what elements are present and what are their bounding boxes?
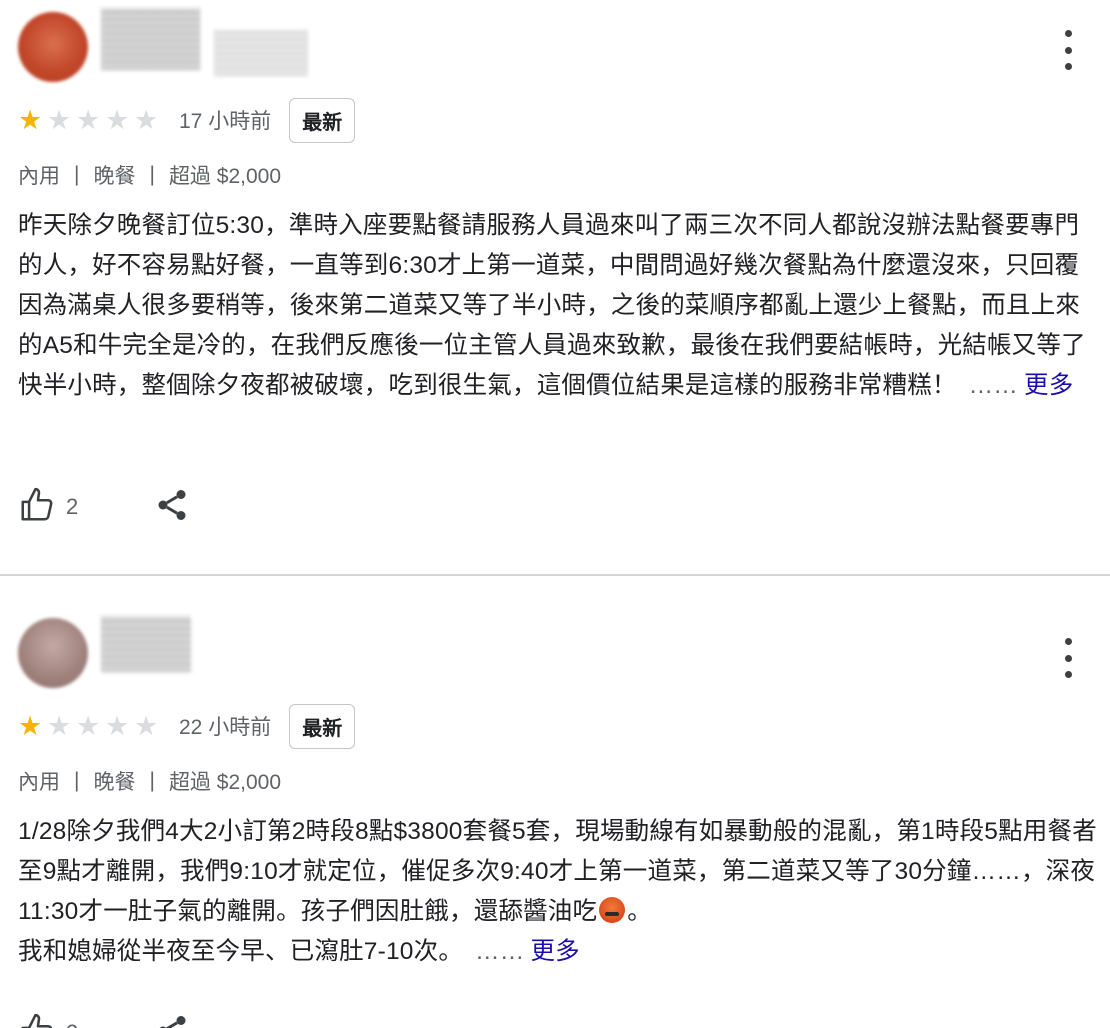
share-button[interactable]	[154, 487, 190, 527]
more-link[interactable]: 更多	[530, 938, 579, 965]
tag-price: 超過 $2,000	[168, 165, 282, 188]
reviewer-info-redacted	[215, 30, 307, 76]
review-tags: 內用 | 晚餐 | 超過 $2,000	[18, 766, 281, 796]
star-filled-icon: ★	[18, 104, 43, 136]
thumbs-up-icon	[18, 486, 56, 528]
tag-service: 內用	[18, 165, 60, 188]
review-card: ★ ★ ★ ★ ★ 17 小時前 最新 內用 | 晚餐 | 超過 $2,000 …	[0, 0, 1110, 574]
more-options-icon[interactable]	[1058, 638, 1078, 678]
review-text: 1/28除夕我們4大2小訂第2時段8點$3800套餐5套，現場動線有如暴動般的混…	[18, 812, 1100, 972]
review-actions: 2	[18, 1012, 190, 1028]
reviewer-name-redacted[interactable]	[102, 616, 192, 672]
dot	[1064, 671, 1072, 678]
newest-badge: 最新	[289, 703, 356, 749]
review-time: 17 小時前	[179, 110, 272, 133]
review-text: 昨天除夕晚餐訂位5:30，準時入座要點餐請服務人員過來叫了兩三次不同人都說沒辦法…	[18, 206, 1100, 406]
tag-separator: |	[74, 769, 80, 792]
tag-meal: 晚餐	[93, 165, 136, 188]
star-rating: ★ ★ ★ ★ ★	[18, 107, 163, 134]
like-button[interactable]: 2	[18, 486, 78, 528]
dot	[1064, 654, 1072, 662]
reviewer-avatar[interactable]	[18, 12, 88, 82]
review-actions: 2	[18, 486, 190, 528]
review-body: 1/28除夕我們4大2小訂第2時段8點$3800套餐5套，現場動線有如暴動般的混…	[18, 818, 1097, 925]
like-count: 2	[66, 494, 79, 519]
newest-badge: 最新	[289, 97, 356, 143]
ellipsis: ……	[475, 938, 525, 965]
star-empty-icon: ★	[47, 104, 72, 136]
ellipsis: ……	[968, 372, 1019, 399]
star-empty-icon: ★	[76, 104, 101, 136]
more-options-icon[interactable]	[1058, 30, 1078, 70]
review-meta: ★ ★ ★ ★ ★ 17 小時前 最新	[18, 97, 356, 143]
reviewer-avatar[interactable]	[18, 618, 88, 688]
star-empty-icon: ★	[47, 710, 72, 742]
star-empty-icon: ★	[134, 104, 159, 136]
tag-service: 內用	[18, 771, 60, 794]
review-body: 昨天除夕晚餐訂位5:30，準時入座要點餐請服務人員過來叫了兩三次不同人都說沒辦法…	[18, 212, 1086, 399]
dot	[1064, 30, 1072, 37]
thumbs-up-icon	[18, 1012, 56, 1028]
star-filled-icon: ★	[18, 710, 43, 742]
share-icon	[154, 1013, 190, 1028]
share-button[interactable]	[154, 1013, 190, 1028]
review-meta: ★ ★ ★ ★ ★ 22 小時前 最新	[18, 703, 356, 749]
dot	[1064, 46, 1072, 54]
angry-face-emoji-icon	[599, 897, 626, 923]
review-header	[0, 576, 1110, 688]
tag-separator: |	[74, 163, 80, 186]
like-count: 2	[66, 1020, 78, 1028]
review-tags: 內用 | 晚餐 | 超過 $2,000	[18, 160, 281, 190]
dot	[1064, 63, 1072, 70]
like-button[interactable]: 2	[18, 1012, 78, 1028]
star-empty-icon: ★	[76, 710, 101, 742]
tag-separator: |	[149, 769, 155, 792]
star-empty-icon: ★	[105, 104, 130, 136]
review-body-end: 。	[627, 898, 652, 925]
reviewer-name-redacted[interactable]	[102, 8, 200, 70]
tag-price: 超過 $2,000	[168, 771, 282, 794]
tag-separator: |	[149, 163, 155, 186]
dot	[1064, 638, 1072, 645]
star-rating: ★ ★ ★ ★ ★	[18, 713, 163, 740]
review-body-line: 我和媳婦從半夜至今早、已瀉肚7-10次。	[18, 938, 464, 965]
review-header	[0, 0, 1110, 100]
share-icon	[154, 487, 190, 527]
review-time: 22 小時前	[179, 716, 272, 739]
star-empty-icon: ★	[134, 710, 159, 742]
more-link[interactable]: 更多	[1024, 372, 1073, 399]
star-empty-icon: ★	[105, 710, 130, 742]
review-card: ★ ★ ★ ★ ★ 22 小時前 最新 內用 | 晚餐 | 超過 $2,000 …	[0, 576, 1110, 1028]
tag-meal: 晚餐	[93, 771, 136, 794]
